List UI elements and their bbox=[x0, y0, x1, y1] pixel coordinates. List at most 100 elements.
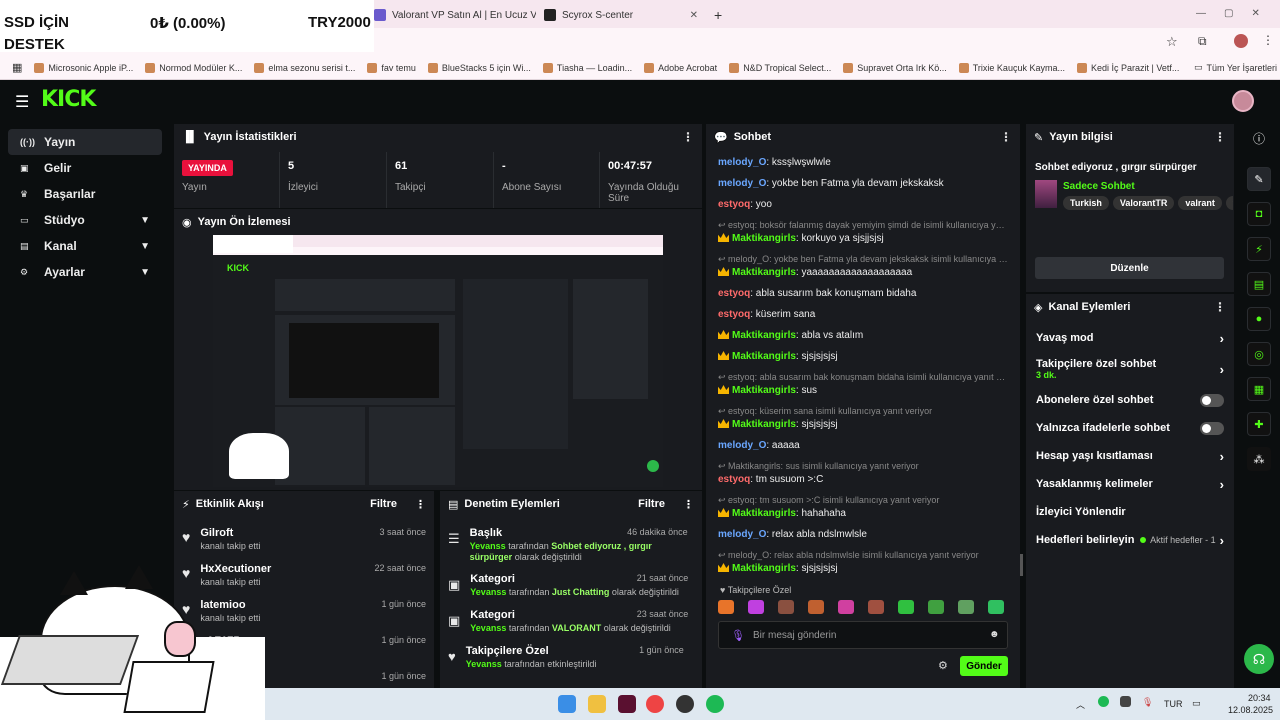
stream-tag[interactable]: valrant bbox=[1178, 196, 1222, 210]
activity-username[interactable]: Gilroft bbox=[200, 527, 260, 539]
clock-time[interactable]: 20:34 bbox=[1248, 693, 1271, 703]
toggle-switch[interactable] bbox=[1200, 393, 1224, 407]
extensions-icon[interactable]: ⧉ bbox=[1198, 34, 1207, 49]
chevron-down-icon[interactable]: ▼ bbox=[140, 267, 150, 278]
clipboard-icon[interactable]: ▤ bbox=[1247, 272, 1271, 296]
emote-icon[interactable] bbox=[718, 600, 734, 614]
chevron-right-icon[interactable]: › bbox=[1220, 362, 1224, 377]
emote-icon[interactable] bbox=[898, 600, 914, 614]
moderation-user[interactable]: Yevanss bbox=[466, 659, 502, 669]
chevron-right-icon[interactable]: › bbox=[1220, 449, 1224, 464]
microphone-icon[interactable]: 🎙 bbox=[731, 629, 745, 642]
premiere-icon[interactable] bbox=[618, 695, 636, 713]
settings-gear-icon[interactable]: ⚙ bbox=[938, 659, 948, 672]
chat-username[interactable]: Maktikangirls bbox=[732, 508, 796, 519]
sidebar-item-2[interactable]: ♛ Başarılar bbox=[8, 181, 162, 207]
obs-icon[interactable] bbox=[676, 695, 694, 713]
chevron-down-icon[interactable]: ▼ bbox=[140, 241, 150, 252]
preview-video[interactable]: KICK bbox=[213, 235, 663, 487]
apps-icon[interactable]: ⁂ bbox=[1247, 447, 1271, 471]
profile-avatar[interactable] bbox=[1234, 34, 1248, 48]
channel-action-row[interactable]: Hesap yaşı kısıtlaması › bbox=[1026, 442, 1234, 470]
new-tab-icon[interactable]: + bbox=[706, 2, 736, 28]
chat-username[interactable]: melody_O bbox=[718, 440, 766, 451]
moderation-user[interactable]: Yevanss bbox=[470, 623, 506, 633]
channel-action-control[interactable]: › bbox=[1220, 449, 1224, 464]
category-name[interactable]: Sadece Sohbet bbox=[1063, 181, 1135, 192]
channel-action-control[interactable] bbox=[1200, 421, 1224, 435]
moderation-user[interactable]: Yevanss bbox=[470, 587, 506, 597]
chat-username[interactable]: Maktikangirls bbox=[732, 419, 796, 430]
tray-chevron-icon[interactable]: ︿ bbox=[1076, 698, 1085, 711]
more-icon[interactable]: ⋮ bbox=[1214, 130, 1226, 144]
emote-icon[interactable] bbox=[928, 600, 944, 614]
channel-action-control[interactable]: Aktif hedefler - 1 › bbox=[1140, 533, 1224, 548]
window-controls[interactable]: —▢✕ bbox=[1196, 8, 1278, 19]
chat-input-box[interactable]: 🎙 Bir mesaj gönderin ☻ bbox=[718, 621, 1008, 649]
chat-username[interactable]: estyoq bbox=[718, 474, 750, 485]
chevron-right-icon[interactable]: › bbox=[1220, 331, 1224, 346]
more-icon[interactable]: ⋮ bbox=[1000, 130, 1012, 144]
bookmark-item[interactable]: elma sezonu serisi t... bbox=[254, 62, 355, 73]
layout-icon[interactable]: ▦ bbox=[1247, 377, 1271, 401]
channel-action-row[interactable]: İzleyici Yönlendir bbox=[1026, 498, 1234, 526]
browser-tab[interactable]: Valorant VP Satın Al | En Ucuz V✕ bbox=[366, 2, 536, 28]
chat-username[interactable]: melody_O bbox=[718, 529, 766, 540]
bookmark-item[interactable]: Normod Modüler K... bbox=[145, 62, 242, 73]
network-icon[interactable]: ▭ bbox=[1192, 698, 1201, 709]
more-icon[interactable]: ⋮ bbox=[683, 498, 694, 511]
bookmark-item[interactable]: Supravet Orta Irk Kö... bbox=[843, 62, 947, 73]
windows-start-icon[interactable] bbox=[558, 695, 576, 713]
kick-logo[interactable]: KICK bbox=[41, 87, 96, 112]
wrench-icon[interactable]: ✚ bbox=[1247, 412, 1271, 436]
close-icon[interactable]: ✕ bbox=[690, 10, 698, 21]
channel-action-row[interactable]: Yasaklanmış kelimeler › bbox=[1026, 470, 1234, 498]
bookmark-item[interactable]: Kedi İç Parazit | Vetf... bbox=[1076, 62, 1179, 73]
channel-action-row[interactable]: Hedefleri belirleyin Aktif hedefler - 1 › bbox=[1026, 526, 1234, 554]
edit-stream-info-button[interactable]: Düzenle bbox=[1035, 257, 1224, 279]
more-icon[interactable]: ⋮ bbox=[415, 498, 426, 511]
chrome-icon[interactable] bbox=[646, 695, 664, 713]
tray-app-icon[interactable] bbox=[1120, 696, 1131, 707]
stream-tag[interactable]: ValorantTR bbox=[1112, 196, 1175, 210]
sidebar-item-5[interactable]: ⚙ Ayarlar ▼ bbox=[8, 259, 162, 285]
emote-icon[interactable] bbox=[988, 600, 1004, 614]
hamburger-menu-icon[interactable]: ☰ bbox=[15, 92, 29, 112]
info-icon[interactable]: ⓘ bbox=[1238, 130, 1280, 147]
all-bookmarks-button[interactable]: ▭ Tüm Yer İşaretleri bbox=[1194, 62, 1277, 73]
user-avatar[interactable] bbox=[1232, 90, 1254, 112]
emote-icon[interactable] bbox=[748, 600, 764, 614]
sidebar-item-3[interactable]: ▭ Stüdyo ▼ bbox=[8, 207, 162, 233]
tray-microphone-icon[interactable]: 🎙 bbox=[1142, 697, 1153, 708]
channel-action-control[interactable]: › bbox=[1220, 362, 1224, 377]
bookmark-item[interactable]: fav temu bbox=[367, 62, 416, 73]
bookmark-item[interactable]: BlueStacks 5 için Wi... bbox=[427, 62, 531, 73]
moderation-filter-button[interactable]: Filtre bbox=[638, 498, 665, 510]
toggle-switch[interactable] bbox=[1200, 421, 1224, 435]
bookmark-item[interactable]: N&D Tropical Select... bbox=[729, 62, 831, 73]
apps-grid-icon[interactable]: ▦ bbox=[12, 61, 22, 74]
bookmark-item[interactable]: Adobe Acrobat bbox=[644, 62, 717, 73]
menu-dots-icon[interactable]: ⋮ bbox=[1262, 33, 1274, 47]
chat-username[interactable]: estyoq bbox=[718, 309, 750, 320]
stream-tag[interactable]: Turkish bbox=[1063, 196, 1109, 210]
edit-icon[interactable]: ✎ bbox=[1247, 167, 1271, 191]
moderation-user[interactable]: Yevanss bbox=[470, 541, 506, 551]
emote-icon[interactable] bbox=[958, 600, 974, 614]
file-explorer-icon[interactable] bbox=[588, 695, 606, 713]
chat-bubble-icon[interactable]: ● bbox=[1247, 307, 1271, 331]
star-icon[interactable]: ☆ bbox=[1166, 34, 1178, 50]
channel-action-control[interactable]: › bbox=[1220, 331, 1224, 346]
channel-action-row[interactable]: Yavaş mod › bbox=[1026, 324, 1234, 352]
emote-icon[interactable] bbox=[778, 600, 794, 614]
sidebar-item-0[interactable]: ((·)) Yayın bbox=[8, 129, 162, 155]
channel-action-control[interactable] bbox=[1200, 393, 1224, 407]
chat-username[interactable]: melody_O bbox=[718, 178, 766, 189]
channel-action-row[interactable]: Takipçilere özel sohbet 3 dk. › bbox=[1026, 352, 1234, 386]
lightning-icon[interactable]: ⚡ bbox=[1247, 237, 1271, 261]
chat-username[interactable]: estyoq bbox=[718, 288, 750, 299]
channel-action-row[interactable]: Abonelere özel sohbet bbox=[1026, 386, 1234, 414]
channel-action-control[interactable]: › bbox=[1220, 477, 1224, 492]
emoji-icon[interactable]: ☻ bbox=[989, 629, 1000, 640]
browser-tab[interactable]: Scyrox S-center ✕ bbox=[536, 2, 706, 28]
